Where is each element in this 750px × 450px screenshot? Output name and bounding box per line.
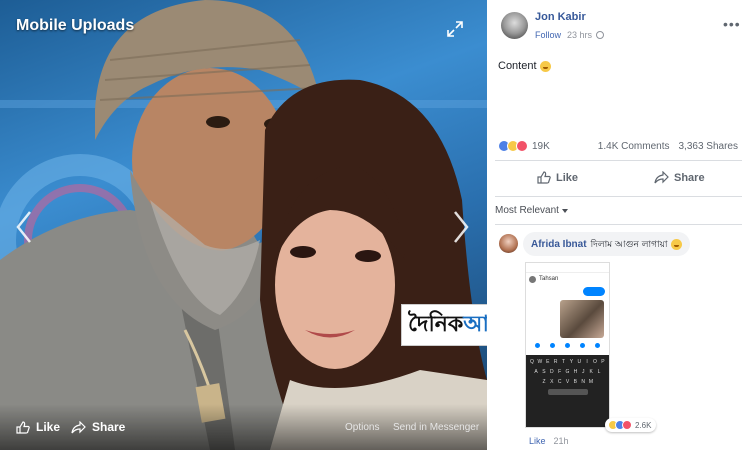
watermark-part1: দৈনিক	[408, 312, 464, 337]
comment-reactions[interactable]: 2.6K	[605, 418, 657, 432]
phone-shared-photo	[560, 300, 604, 338]
comment-author[interactable]: Afrida Ibnat	[531, 239, 587, 250]
phone-message-bubble	[583, 287, 605, 296]
share-arrow-icon	[71, 420, 86, 433]
author-avatar[interactable]	[501, 12, 528, 39]
phone-keyboard: QWERTYUIOP ASDFGHJKL ZXCVBNM	[526, 355, 609, 427]
phone-chat-header: Tahsan	[526, 273, 609, 285]
expand-icon[interactable]	[446, 20, 464, 38]
post-panel: Jon Kabir Follow 23 hrs ••• Content 19K …	[487, 0, 750, 450]
keyboard-row-2: ASDFGHJKL	[534, 369, 601, 375]
post-text: Content	[498, 60, 551, 72]
follow-link[interactable]: Follow	[535, 30, 561, 40]
comments-count[interactable]: 1.4K Comments	[598, 141, 670, 152]
comment-sort-label: Most Relevant	[495, 205, 559, 216]
divider	[495, 196, 742, 197]
keyboard-space-bar	[547, 389, 588, 395]
post-meta: Follow 23 hrs	[535, 30, 605, 40]
reaction-count: 19K	[532, 140, 550, 152]
caret-down-icon	[561, 208, 568, 213]
comment-time[interactable]: 21h	[554, 436, 569, 446]
comment-attachment-image[interactable]: Tahsan QWERTYUIOP ASDFGHJKL ZXCVBNM	[525, 262, 610, 428]
comment-bubble: Afrida Ibnat দিলাম আগুন লাগায়া	[523, 232, 690, 256]
post-like-label: Like	[556, 171, 579, 184]
phone-status-bar	[526, 263, 609, 273]
phone-chat-avatar	[529, 275, 536, 283]
send-in-messenger-link[interactable]: Send in Messenger	[393, 422, 479, 433]
keyboard-row-3: ZXCVBNM	[542, 379, 594, 385]
thumbs-up-icon	[537, 171, 551, 184]
comment-footer: Like 21h	[529, 436, 569, 446]
viewer-share-label: Share	[92, 420, 126, 434]
divider	[495, 224, 742, 225]
tongue-emoji-icon	[670, 238, 682, 250]
divider	[495, 160, 742, 161]
album-title: Mobile Uploads	[16, 17, 135, 34]
shares-count[interactable]: 3,363 Shares	[679, 141, 739, 152]
comment-text: দিলাম আগুন লাগায়া	[590, 239, 668, 250]
engagement-counts: 1.4K Comments 3,363 Shares	[598, 141, 738, 152]
author-name[interactable]: Jon Kabir	[535, 11, 586, 23]
post-share-button[interactable]: Share	[654, 171, 705, 184]
post-text-content: Content	[498, 60, 537, 72]
keyboard-row-1: QWERTYUIOP	[530, 359, 605, 365]
laughing-emoji-icon	[539, 60, 551, 72]
chevron-right-icon[interactable]	[451, 210, 471, 244]
post-share-label: Share	[674, 171, 705, 184]
viewer-like-label: Like	[36, 420, 61, 434]
post-time[interactable]: 23 hrs	[567, 30, 592, 40]
comment-sort-dropdown[interactable]: Most Relevant	[495, 205, 568, 216]
phone-chat-name: Tahsan	[539, 276, 559, 282]
phone-toolbar	[530, 343, 605, 349]
thumbs-up-icon	[16, 420, 30, 434]
options-link[interactable]: Options	[345, 422, 379, 433]
comment-reaction-count: 2.6K	[635, 420, 652, 430]
post-like-button[interactable]: Like	[537, 171, 578, 184]
comment-like-link[interactable]: Like	[529, 436, 546, 446]
share-arrow-icon	[654, 171, 669, 184]
love-reaction-icon	[516, 140, 528, 152]
more-dots-icon[interactable]: •••	[723, 16, 741, 32]
commenter-avatar[interactable]	[499, 234, 518, 253]
viewer-like-button[interactable]: Like	[16, 420, 60, 434]
chevron-left-icon[interactable]	[14, 210, 34, 244]
love-reaction-icon	[622, 420, 632, 430]
reaction-summary[interactable]: 19K	[498, 140, 550, 152]
photo-viewer[interactable]: Mobile Uploads Like Share Options Send i…	[0, 0, 487, 450]
viewer-share-button[interactable]: Share	[71, 420, 125, 434]
photo	[0, 0, 487, 450]
globe-icon	[596, 31, 605, 39]
